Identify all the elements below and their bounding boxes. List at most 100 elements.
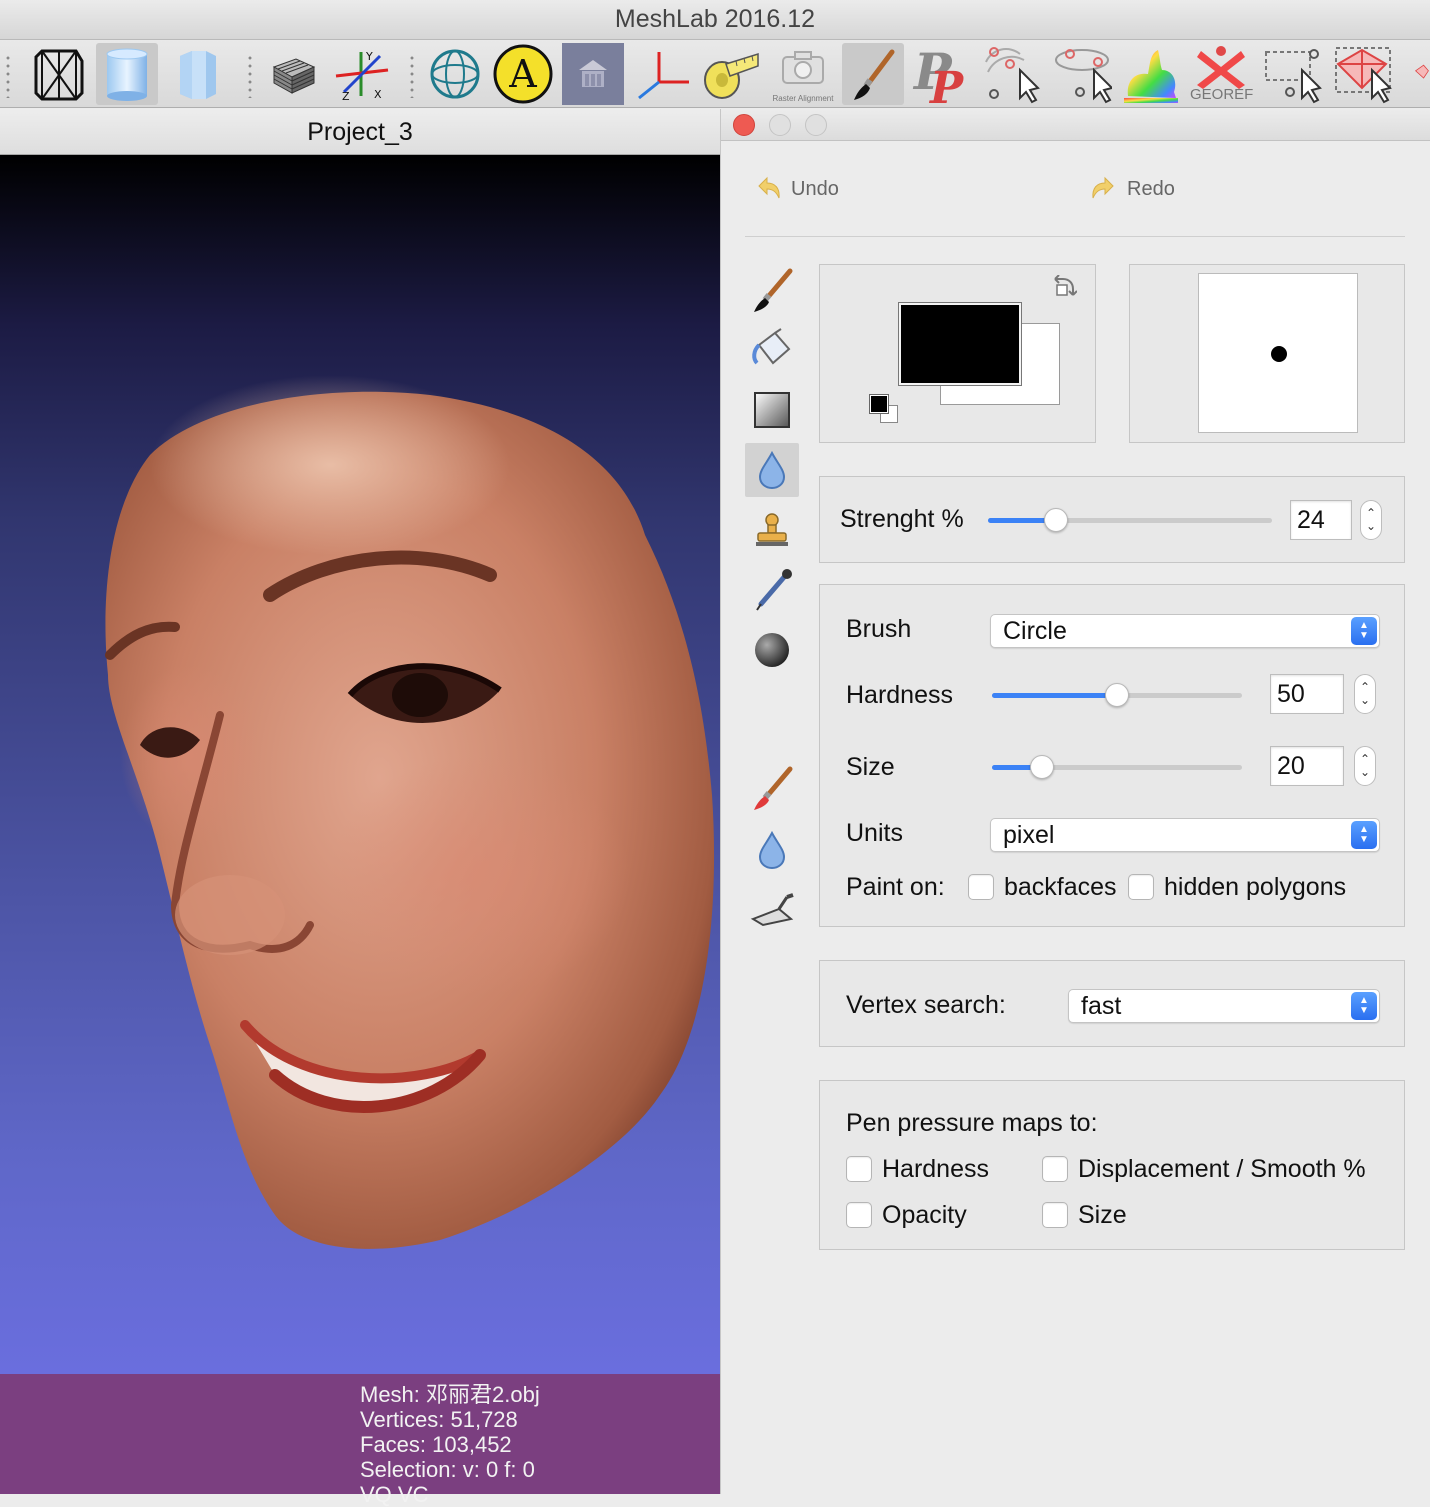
- strength-stepper[interactable]: ⌃ ⌄: [1360, 500, 1382, 540]
- size-stepper[interactable]: ⌃ ⌄: [1354, 746, 1376, 786]
- select-faces-button[interactable]: [1260, 43, 1322, 105]
- hardness-input[interactable]: 50: [1270, 674, 1344, 714]
- raster-alignment-caption: Raster Alignment: [772, 94, 834, 103]
- letter-a-icon: A: [493, 44, 553, 104]
- undo-label: Undo: [791, 177, 839, 200]
- undo-button[interactable]: Undo: [753, 171, 839, 207]
- svg-text:X: X: [374, 88, 382, 101]
- reset-colors-button[interactable]: [869, 394, 889, 414]
- sphere-icon: [755, 633, 789, 667]
- measure-tool-button[interactable]: [700, 43, 762, 105]
- chevron-down-icon[interactable]: ⌄: [1360, 694, 1370, 707]
- smooth-shading-button[interactable]: [96, 43, 158, 105]
- water-drop-icon: [758, 450, 786, 490]
- close-button[interactable]: [733, 114, 755, 136]
- noise-tool[interactable]: [745, 623, 799, 677]
- labels-button[interactable]: A: [492, 43, 554, 105]
- window-title: MeshLab 2016.12: [0, 0, 1430, 40]
- pointer-arcs-icon: [985, 47, 1040, 104]
- smooth-tool[interactable]: [745, 443, 799, 497]
- select-connected-button[interactable]: [1332, 43, 1394, 105]
- brush-preview: [1198, 273, 1358, 433]
- raster-layer-button[interactable]: [562, 43, 624, 105]
- select-arrows-icon: ▲ ▼: [1351, 992, 1377, 1020]
- align-tool-button[interactable]: [1050, 43, 1112, 105]
- show-box-corners-button[interactable]: [262, 43, 324, 105]
- size-slider-handle[interactable]: [1030, 755, 1054, 779]
- select-vertices-button[interactable]: [1402, 43, 1430, 105]
- chevron-down-icon[interactable]: ⌄: [1366, 520, 1376, 533]
- select-arrows-icon: ▲ ▼: [1351, 821, 1377, 849]
- color-picker-tool[interactable]: [745, 563, 799, 617]
- minimize-button[interactable]: [769, 114, 791, 136]
- pressure-size-label: Size: [1078, 1201, 1127, 1229]
- hardness-stepper[interactable]: ⌃ ⌄: [1354, 674, 1376, 714]
- divider: [745, 236, 1405, 237]
- bounding-box-view-button[interactable]: [28, 43, 90, 105]
- smooth-geometry-tool[interactable]: [745, 823, 799, 877]
- 3d-viewport[interactable]: [0, 155, 720, 1374]
- svg-text:Y: Y: [365, 50, 373, 63]
- backfaces-label: backfaces: [1004, 873, 1117, 901]
- vertex-search-select[interactable]: fast ▲ ▼: [1068, 989, 1380, 1023]
- chevron-down-icon[interactable]: ⌄: [1360, 766, 1370, 779]
- axes-angle-icon: [638, 52, 689, 100]
- strength-slider[interactable]: [988, 508, 1272, 532]
- show-axis-button[interactable]: Y Z X: [330, 43, 392, 105]
- letter-p-icon: P P: [912, 43, 965, 105]
- hardness-slider[interactable]: [992, 683, 1242, 707]
- hidden-polygons-checkbox[interactable]: [1128, 874, 1154, 900]
- brush-select[interactable]: Circle ▲ ▼: [990, 614, 1380, 648]
- pick-points-button[interactable]: P P: [912, 43, 974, 105]
- clone-tool[interactable]: [745, 503, 799, 557]
- pressure-displacement-checkbox[interactable]: [1042, 1156, 1068, 1182]
- face-mesh-render: [105, 375, 715, 1249]
- sculpt-tool[interactable]: [745, 761, 799, 815]
- mesh-select-icon: [1335, 47, 1392, 104]
- georef-x-icon: [1197, 46, 1245, 89]
- bounding-box-icon: [34, 49, 84, 101]
- size-slider[interactable]: [992, 755, 1242, 779]
- vertex-search-panel: Vertex search: fast ▲ ▼: [819, 960, 1405, 1047]
- flat-cylinder-icon: [180, 51, 216, 99]
- camera-icon: [782, 51, 824, 84]
- pressure-hardness-checkbox[interactable]: [846, 1156, 872, 1182]
- raster-alignment-button[interactable]: Raster Alignment: [772, 43, 834, 105]
- brush-label: Brush: [846, 615, 912, 643]
- size-input[interactable]: 20: [1270, 746, 1344, 786]
- backfaces-checkbox[interactable]: [968, 874, 994, 900]
- hardness-label: Hardness: [846, 681, 953, 709]
- pen-tool[interactable]: [745, 263, 799, 317]
- units-select-value: pixel: [1003, 821, 1055, 849]
- zoom-button[interactable]: [805, 114, 827, 136]
- strength-panel: Strenght % 24 ⌃ ⌄: [819, 476, 1405, 563]
- mesh-info-panel: Mesh: 邓丽君2.obj Vertices: 51,728 Faces: 1…: [0, 1374, 720, 1507]
- strength-slider-handle[interactable]: [1044, 508, 1069, 532]
- strength-input[interactable]: 24: [1290, 500, 1352, 540]
- vertex-search-value: fast: [1081, 992, 1122, 1020]
- pressure-opacity-checkbox[interactable]: [846, 1202, 872, 1228]
- gradient-tool[interactable]: [745, 383, 799, 437]
- swap-colors-icon[interactable]: [1049, 275, 1077, 303]
- pressure-size-checkbox[interactable]: [1042, 1202, 1068, 1228]
- georef-button[interactable]: GEOREF: [1190, 43, 1253, 105]
- flat-shading-button[interactable]: [166, 43, 228, 105]
- units-select[interactable]: pixel ▲ ▼: [990, 818, 1380, 852]
- tape-measure-icon: [704, 52, 759, 99]
- quality-mapper-button[interactable]: [1120, 43, 1182, 105]
- trackball-button[interactable]: [424, 43, 486, 105]
- redo-button[interactable]: Redo: [1089, 171, 1175, 207]
- dialog-titlebar: [721, 109, 1430, 141]
- pen-pressure-title: Pen pressure maps to:: [846, 1109, 1098, 1137]
- project-tab[interactable]: Project_3: [0, 109, 720, 155]
- foreground-color-swatch[interactable]: [898, 302, 1022, 386]
- hardness-slider-handle[interactable]: [1105, 683, 1129, 707]
- pressure-displacement-label: Displacement / Smooth %: [1078, 1155, 1366, 1183]
- align-axes-button[interactable]: [632, 43, 694, 105]
- pressure-hardness-label: Hardness: [882, 1155, 989, 1183]
- add-geometry-tool[interactable]: [745, 881, 799, 935]
- building-icon: [579, 60, 607, 87]
- z-painting-button[interactable]: [842, 43, 904, 105]
- fill-tool[interactable]: [745, 323, 799, 377]
- point-picker-button[interactable]: [980, 43, 1042, 105]
